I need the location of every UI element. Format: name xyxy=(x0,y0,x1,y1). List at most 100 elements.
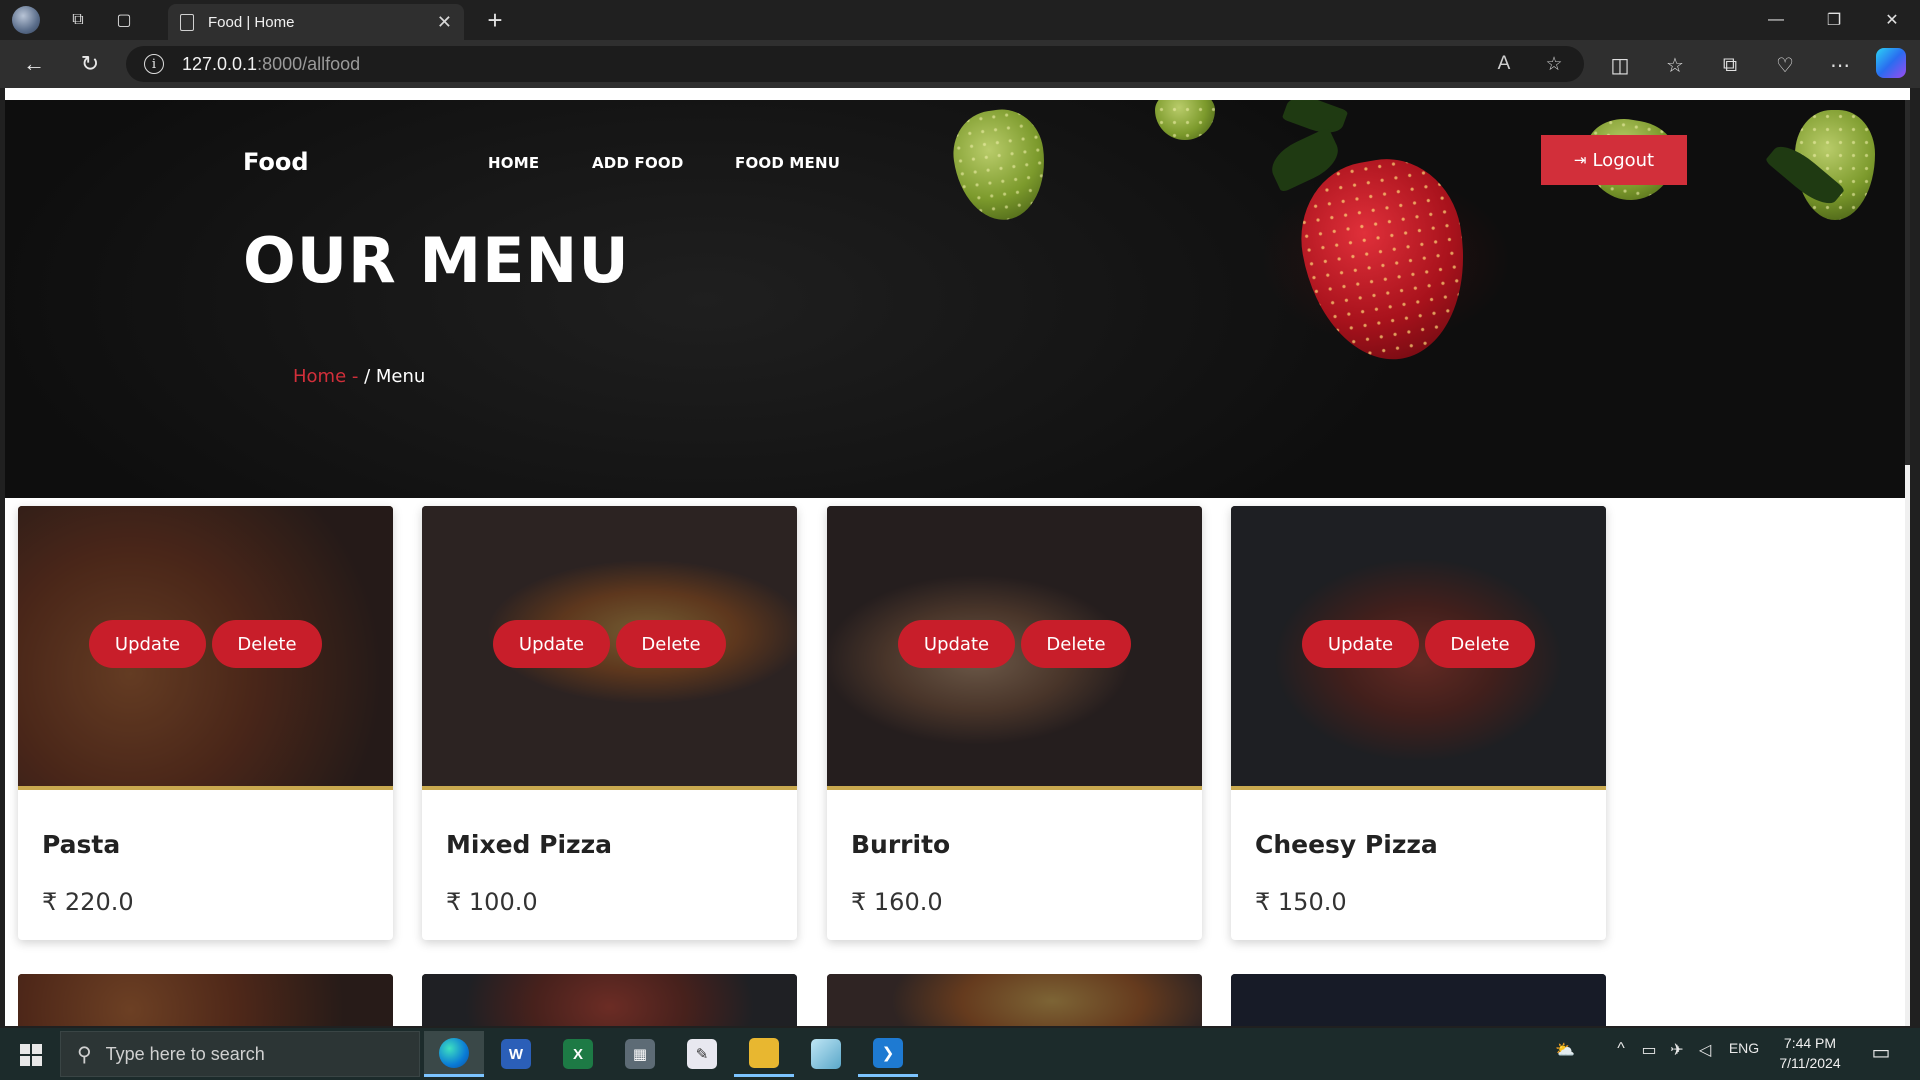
taskbar-word[interactable]: W xyxy=(486,1031,546,1077)
card-actions: Update Delete xyxy=(827,620,1202,668)
address-bar[interactable]: i 127.0.0.1:8000/allfood xyxy=(126,46,1584,82)
scrollbar-thumb[interactable] xyxy=(1905,100,1910,465)
airplane-mode-icon[interactable]: ✈ xyxy=(1666,1040,1688,1060)
browser-essentials-icon[interactable]: ♡ xyxy=(1770,50,1800,80)
volume-muted-icon[interactable]: ◁ xyxy=(1694,1040,1716,1060)
food-card: Update Delete Cheesy Pizza ₹ 150.0 xyxy=(1231,506,1606,940)
collections-icon[interactable]: ⧉ xyxy=(1715,50,1745,80)
card-divider xyxy=(1231,786,1606,790)
close-window-button[interactable]: ✕ xyxy=(1864,0,1920,40)
green-strawberry-image xyxy=(947,104,1053,226)
nav-add-food[interactable]: ADD FOOD xyxy=(592,154,684,172)
food-image xyxy=(1231,974,1606,1026)
url-path: :8000/allfood xyxy=(257,53,361,74)
clock-date: 7/11/2024 xyxy=(1779,1055,1841,1071)
weather-icon[interactable]: ⛅ xyxy=(1548,1040,1582,1060)
maximize-button[interactable]: ❐ xyxy=(1806,0,1862,40)
search-icon: ⚲ xyxy=(77,1043,92,1066)
breadcrumb-home-link[interactable]: Home xyxy=(293,366,346,387)
food-card: Update Delete Burrito ₹ 160.0 xyxy=(827,506,1202,940)
taskbar-vscode[interactable]: ❯ xyxy=(858,1031,918,1077)
more-menu-icon[interactable]: ⋯ xyxy=(1825,50,1855,80)
food-card-partial xyxy=(18,974,393,1026)
food-card: Update Delete Pasta ₹ 220.0 xyxy=(18,506,393,940)
card-actions: Update Delete xyxy=(1231,620,1606,668)
food-name: Pasta xyxy=(42,830,121,859)
breadcrumb: Home - / Menu xyxy=(293,366,425,387)
food-image xyxy=(18,974,393,1026)
food-card: Update Delete Mixed Pizza ₹ 100.0 xyxy=(422,506,797,940)
food-price: ₹ 150.0 xyxy=(1255,888,1347,916)
show-hidden-icons-icon[interactable]: ^ xyxy=(1610,1040,1632,1058)
read-aloud-icon[interactable]: A xyxy=(1490,50,1518,78)
refresh-icon[interactable]: ↻ xyxy=(74,48,106,80)
taskbar-feedback[interactable]: ✎ xyxy=(672,1031,732,1077)
taskbar-search-input[interactable]: ⚲ Type here to search xyxy=(60,1031,420,1077)
update-button[interactable]: Update xyxy=(89,620,206,668)
workspaces-icon[interactable]: ⧉ xyxy=(64,6,92,34)
card-divider xyxy=(422,786,797,790)
delete-button[interactable]: Delete xyxy=(1021,620,1131,668)
delete-button[interactable]: Delete xyxy=(616,620,726,668)
food-price: ₹ 160.0 xyxy=(851,888,943,916)
taskbar-file-explorer[interactable] xyxy=(734,1031,794,1077)
taskbar-paint[interactable] xyxy=(796,1031,856,1077)
logout-button[interactable]: ⇥ Logout xyxy=(1541,135,1687,185)
red-strawberry-image xyxy=(1288,147,1482,373)
viewport-top-strip xyxy=(5,88,1910,100)
clock-time: 7:44 PM xyxy=(1783,1035,1837,1051)
favorite-star-icon[interactable]: ☆ xyxy=(1540,50,1568,78)
taskbar-calculator[interactable]: ▦ xyxy=(610,1031,670,1077)
tab-food-home[interactable]: Food | Home ✕ xyxy=(168,4,464,40)
copilot-icon[interactable] xyxy=(1876,48,1906,78)
minimize-button[interactable]: — xyxy=(1748,0,1804,40)
food-card-partial xyxy=(827,974,1202,1026)
split-screen-icon[interactable]: ◫ xyxy=(1605,50,1635,80)
nav-food-menu[interactable]: FOOD MENU xyxy=(735,154,840,172)
update-button[interactable]: Update xyxy=(493,620,610,668)
windows-start-icon[interactable] xyxy=(12,1040,48,1070)
card-divider xyxy=(18,786,393,790)
favorites-icon[interactable]: ☆ xyxy=(1660,50,1690,80)
page-title: OUR MENU xyxy=(243,224,630,297)
notifications-icon[interactable]: ▭ xyxy=(1866,1040,1896,1065)
food-image xyxy=(827,974,1202,1026)
edge-icon xyxy=(439,1037,469,1068)
calculator-icon: ▦ xyxy=(625,1039,655,1069)
logout-label: Logout xyxy=(1592,149,1655,171)
food-name: Cheesy Pizza xyxy=(1255,830,1438,859)
hero-banner: Food HOME ADD FOOD FOOD MENU ⇥ Logout OU… xyxy=(5,100,1905,498)
new-tab-button[interactable]: + xyxy=(478,4,512,36)
site-info-icon[interactable]: i xyxy=(144,54,164,74)
taskbar-excel[interactable]: X xyxy=(548,1031,608,1077)
search-placeholder: Type here to search xyxy=(105,1043,265,1064)
taskbar-clock[interactable]: 7:44 PM 7/11/2024 xyxy=(1764,1033,1856,1073)
update-button[interactable]: Update xyxy=(1302,620,1419,668)
update-button[interactable]: Update xyxy=(898,620,1015,668)
close-tab-icon[interactable]: ✕ xyxy=(437,12,452,33)
food-card-partial xyxy=(422,974,797,1026)
paint-icon xyxy=(811,1039,841,1069)
battery-icon[interactable]: ▭ xyxy=(1638,1040,1660,1060)
delete-button[interactable]: Delete xyxy=(1425,620,1535,668)
card-actions: Update Delete xyxy=(422,620,797,668)
profile-avatar[interactable] xyxy=(12,6,40,34)
url-host: 127.0.0.1 xyxy=(182,53,258,74)
food-name: Burrito xyxy=(851,830,951,859)
breadcrumb-separator: - xyxy=(346,366,365,387)
page-icon xyxy=(180,13,194,31)
language-indicator[interactable]: ENG xyxy=(1724,1040,1764,1056)
breadcrumb-current: / Menu xyxy=(364,366,426,387)
file-explorer-icon xyxy=(749,1037,779,1068)
tab-actions-icon[interactable]: ▢ xyxy=(110,6,138,34)
excel-icon: X xyxy=(563,1039,593,1069)
site-brand[interactable]: Food xyxy=(243,148,309,176)
delete-button[interactable]: Delete xyxy=(212,620,322,668)
back-icon[interactable]: ← xyxy=(18,48,50,80)
taskbar-edge[interactable] xyxy=(424,1031,484,1077)
nav-home[interactable]: HOME xyxy=(488,154,539,172)
food-price: ₹ 220.0 xyxy=(42,888,134,916)
vscode-icon: ❯ xyxy=(873,1037,903,1068)
feedback-icon: ✎ xyxy=(687,1039,717,1069)
card-divider xyxy=(827,786,1202,790)
